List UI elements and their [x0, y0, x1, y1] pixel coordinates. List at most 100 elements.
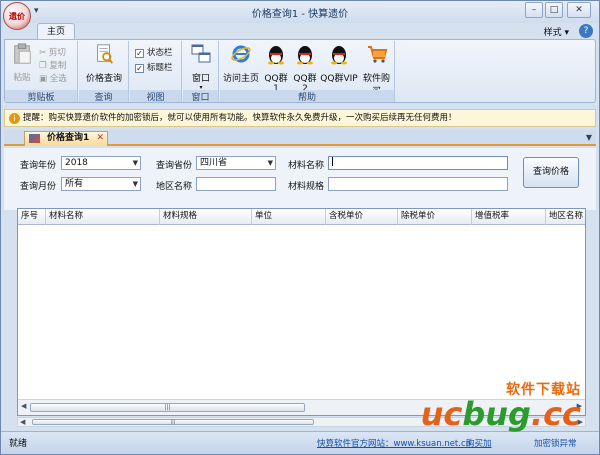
minimize-button[interactable]: –	[525, 2, 543, 18]
status-bar: 就绪 快算软件官方网站：www.ksuan.net.cn 购买加 加密锁异常	[1, 431, 599, 454]
group-clipboard: 粘贴 ✂ 剪切 ❐ 复制 ▣ 全选 剪贴板	[5, 41, 78, 103]
official-website-link[interactable]: 快算软件官方网站：www.ksuan.net.cn	[317, 437, 471, 449]
area-input[interactable]	[196, 177, 276, 191]
group-query: 价格查询 查询	[79, 41, 129, 103]
select-all-icon: ▣	[39, 74, 48, 84]
material-spec-input[interactable]	[328, 177, 508, 191]
column-header[interactable]: 除税单价	[398, 209, 472, 225]
status-bar-toggle[interactable]: ✓ 状态栏	[135, 46, 173, 58]
year-label: 查询年份	[20, 161, 57, 171]
group-window: 窗口 ▾ 窗口	[183, 41, 219, 103]
style-menu-label: 样式	[543, 28, 562, 38]
group-label-view: 视图	[130, 90, 181, 103]
tab-list-dropdown-icon[interactable]: ▼	[586, 133, 592, 142]
scroll-right-icon[interactable]: ▶	[578, 418, 583, 426]
quick-access-dropdown-icon[interactable]: ▾	[34, 6, 48, 18]
paste-button[interactable]: 粘贴	[9, 43, 35, 83]
close-button[interactable]: ✕	[567, 2, 591, 18]
scrollbar-thumb[interactable]: |||	[30, 403, 305, 412]
panel-horizontal-scrollbar[interactable]: ◀ ||| ▶	[17, 417, 586, 427]
material-name-input[interactable]	[328, 156, 508, 170]
title-bar: 价格查询1 - 快算遗价 ▾ – □ ✕	[1, 1, 599, 23]
table-horizontal-scrollbar[interactable]: ◀ ||| ▶	[18, 399, 585, 415]
ribbon: 粘贴 ✂ 剪切 ❐ 复制 ▣ 全选 剪贴板 价格查询 查询 ✓ 状态栏 ✓ 标题栏 …	[4, 39, 596, 103]
status-ready: 就绪	[9, 439, 28, 449]
scissors-icon: ✂	[39, 48, 47, 58]
copy-icon: ❐	[39, 61, 47, 71]
document-search-icon	[97, 44, 113, 64]
tab-price-query-1[interactable]: 价格查询1 ✕	[24, 131, 108, 146]
material-name-label: 材料名称	[288, 161, 325, 171]
app-logo-text: 遗价	[9, 11, 25, 21]
price-query-button[interactable]: 价格查询	[83, 43, 125, 84]
month-label: 查询月份	[20, 182, 57, 192]
help-icon[interactable]: ?	[579, 24, 593, 38]
group-label-clipboard: 剪贴板	[5, 90, 77, 103]
visit-home-button[interactable]: 访问主页	[223, 43, 259, 84]
style-menu[interactable]: 样式 ▾	[544, 25, 569, 38]
qq-group-vip-button[interactable]: QQ群VIP	[320, 43, 358, 84]
notice-bar: i 提醒：购买快算遗价软件的加密锁后，就可以使用所有功能。快算软件永久免费升级，…	[4, 109, 596, 127]
tab-home[interactable]: 主页	[37, 23, 75, 40]
scroll-left-icon[interactable]: ◀	[20, 418, 25, 426]
chart-icon	[29, 134, 40, 143]
maximize-button[interactable]: □	[545, 2, 563, 18]
scroll-left-icon[interactable]: ◀	[21, 402, 26, 410]
app-window: 价格查询1 - 快算遗价 ▾ – □ ✕ 遗价 主页 样式 ▾ ? 粘贴 ✂ 剪…	[0, 0, 600, 455]
window-button[interactable]: 窗口 ▾	[188, 43, 214, 91]
visit-home-label: 访问主页	[223, 74, 260, 84]
chevron-down-icon: ▼	[267, 159, 273, 167]
window-tile-icon	[191, 44, 211, 63]
status-bar-checkbox[interactable]: ✓	[135, 49, 144, 58]
ie-icon	[231, 45, 251, 63]
table-header: 序号 材料名称 材料规格 单位 含税单价 除税单价 增值税率 地区名称	[18, 209, 585, 225]
group-label-window: 窗口	[183, 90, 218, 103]
results-table: 序号 材料名称 材料规格 单位 含税单价 除税单价 增值税率 地区名称 ◀ ||…	[17, 208, 586, 416]
copy-label: 复制	[49, 61, 67, 71]
year-value: 2018	[65, 158, 88, 168]
query-price-button[interactable]: 查询价格	[523, 157, 579, 188]
title-bar-toggle[interactable]: ✓ 标题栏	[135, 61, 173, 73]
tab-close-icon[interactable]: ✕	[96, 132, 104, 145]
qq-penguin-icon	[297, 46, 313, 65]
document-tab-bar: 价格查询1 ✕ ▼	[4, 130, 596, 146]
notice-text: 提醒：购买快算遗价软件的加密锁后，就可以使用所有功能。快算软件永久免费升级，一次…	[23, 113, 457, 123]
info-icon: i	[9, 113, 20, 124]
buy-software-button[interactable]: 软件购买	[359, 43, 394, 97]
chevron-down-icon: ▼	[132, 159, 138, 167]
status-bar-label: 状态栏	[147, 48, 173, 58]
column-header[interactable]: 材料规格	[160, 209, 252, 225]
column-header[interactable]: 含税单价	[326, 209, 398, 225]
cut-button[interactable]: ✂ 剪切	[39, 46, 66, 58]
doc-tab-label: 价格查询1	[47, 133, 90, 143]
month-select[interactable]: 所有 ▼	[61, 177, 141, 191]
title-bar-checkbox[interactable]: ✓	[135, 64, 144, 73]
column-header[interactable]: 材料名称	[46, 209, 160, 225]
column-header[interactable]: 增值税率	[472, 209, 546, 225]
province-label: 查询省份	[156, 161, 193, 171]
scrollbar-thumb[interactable]: |||	[32, 419, 314, 425]
window-title: 价格查询1 - 快算遗价	[251, 9, 349, 20]
column-header[interactable]: 单位	[252, 209, 326, 225]
shopping-cart-icon	[367, 46, 387, 63]
qq-penguin-icon	[331, 46, 347, 65]
province-value: 四川省	[200, 158, 228, 168]
qq-penguin-icon	[268, 46, 284, 65]
province-select[interactable]: 四川省 ▼	[196, 156, 276, 170]
qq-group1-button[interactable]: QQ群1	[262, 43, 290, 94]
scroll-right-icon[interactable]: ▶	[577, 402, 582, 410]
qq-group2-button[interactable]: QQ群2	[291, 43, 319, 94]
paste-label: 粘贴	[13, 73, 31, 83]
clipboard-icon	[14, 43, 31, 64]
app-menu-button[interactable]: 遗价	[3, 2, 31, 30]
column-header[interactable]: 序号	[18, 209, 46, 225]
ribbon-tab-bar: 主页 样式 ▾ ?	[1, 23, 599, 40]
price-query-label: 价格查询	[85, 74, 122, 84]
cut-label: 剪切	[48, 48, 66, 58]
buy-lock-link[interactable]: 购买加	[466, 437, 492, 449]
copy-button[interactable]: ❐ 复制	[39, 59, 66, 71]
select-all-button[interactable]: ▣ 全选	[39, 72, 67, 84]
material-spec-label: 材料规格	[288, 182, 325, 192]
year-select[interactable]: 2018 ▼	[61, 156, 141, 170]
column-header[interactable]: 地区名称	[546, 209, 585, 225]
